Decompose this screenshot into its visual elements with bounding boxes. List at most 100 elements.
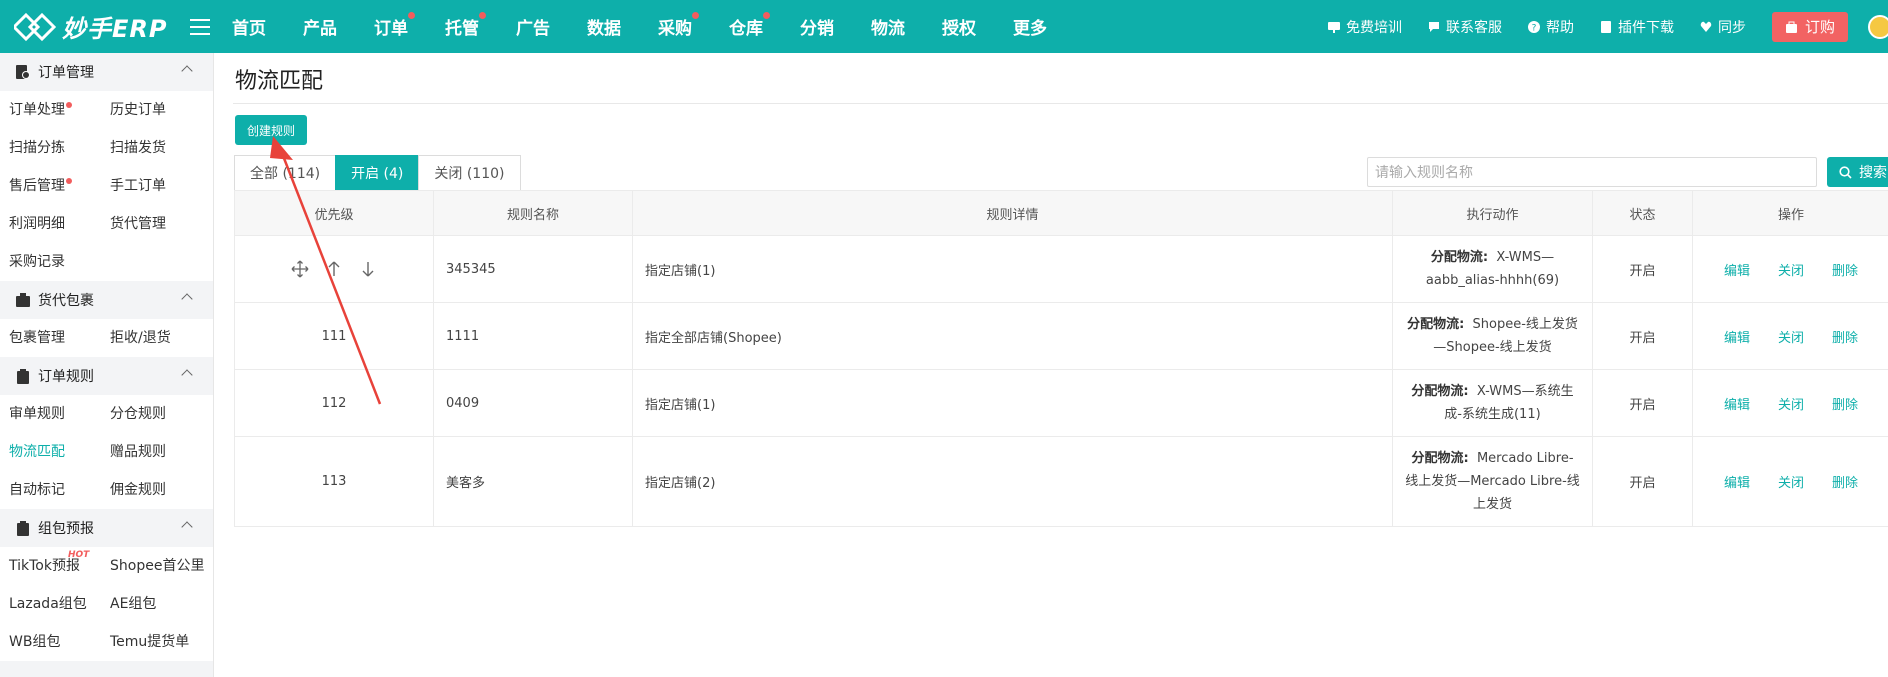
col-operations: 操作 [1692, 190, 1888, 236]
sidebar-item-commission-rules[interactable]: 佣金规则 [101, 471, 213, 509]
delete-button[interactable]: 删除 [1832, 398, 1858, 413]
sidebar-item-review-rules[interactable]: 审单规则 [0, 395, 101, 433]
chevron-up-icon [181, 521, 193, 533]
nav-ads[interactable]: 广告 [516, 14, 550, 39]
sidebar-item-after-sales[interactable]: 售后管理 [0, 167, 101, 205]
section-forwarder-packages[interactable]: 货代包裹 [0, 281, 213, 319]
nav-warehouse[interactable]: 仓库 [729, 12, 770, 39]
delete-button[interactable]: 删除 [1832, 476, 1858, 491]
nav-hosting[interactable]: 托管 [445, 12, 486, 39]
sidebar-item-package-mgmt[interactable]: 包裹管理 [0, 319, 101, 357]
notification-dot [479, 12, 486, 19]
hot-badge: HOT [68, 550, 90, 560]
order-doc-icon [16, 64, 30, 79]
nav-distribution[interactable]: 分销 [800, 14, 834, 39]
disable-button[interactable]: 关闭 [1778, 331, 1804, 346]
nav-home[interactable]: 首页 [232, 14, 266, 39]
sidebar-item-gift-rules[interactable]: 赠品规则 [101, 433, 213, 471]
section-order-management[interactable]: 订单管理 [0, 53, 213, 91]
sidebar-item-history-orders[interactable]: 历史订单 [101, 91, 213, 129]
drag-move-icon[interactable] [291, 260, 309, 278]
operations-cell: 编辑 关闭 删除 [1692, 436, 1888, 527]
sidebar-item-scan-sort[interactable]: 扫描分拣 [0, 129, 101, 167]
sidebar-item-reject-return[interactable]: 拒收/退货 [101, 319, 213, 357]
action-cell: 分配物流: X-WMS— aabb_alias-hhhh(69) [1392, 235, 1593, 303]
sidebar-item-label: 分仓规则 [110, 406, 166, 422]
disable-button[interactable]: 关闭 [1778, 264, 1804, 279]
table-row: 112 0409 指定店铺(1) 分配物流: X-WMS—系统生 成-系统生成(1… [234, 369, 1888, 437]
sidebar-item-order-processing[interactable]: 订单处理 [0, 91, 101, 129]
rule-name-search-input[interactable] [1367, 157, 1817, 187]
col-status: 状态 [1592, 190, 1693, 236]
chat-icon [1428, 21, 1439, 32]
nav-products[interactable]: 产品 [303, 14, 337, 39]
sidebar-item-manual-orders[interactable]: 手工订单 [101, 167, 213, 205]
logo-text: 妙手ERP [62, 15, 168, 43]
sidebar-item-wb-pack[interactable]: WB组包 [0, 623, 101, 661]
menu-toggle-icon[interactable] [190, 18, 210, 35]
sidebar-item-ae-pack[interactable]: AE组包 [101, 585, 213, 623]
nav-more[interactable]: 更多 [1013, 14, 1047, 39]
disable-button[interactable]: 关闭 [1778, 476, 1804, 491]
sidebar-item-tiktok-forecast[interactable]: TikTok预报 HOT [0, 547, 101, 585]
delete-button[interactable]: 删除 [1832, 264, 1858, 279]
search-button[interactable]: 搜索 [1827, 157, 1888, 187]
disable-button[interactable]: 关闭 [1778, 398, 1804, 413]
chevron-up-icon [181, 369, 193, 381]
sidebar-item-shopee-first-mile[interactable]: Shopee首公里 [101, 547, 213, 585]
plugin-download-link[interactable]: 插件下载 [1600, 17, 1674, 37]
sidebar-item-label: 手工订单 [110, 178, 166, 194]
sidebar-item-warehouse-rules[interactable]: 分仓规则 [101, 395, 213, 433]
section-order-rules[interactable]: 订单规则 [0, 357, 213, 395]
nav-orders[interactable]: 订单 [374, 12, 415, 39]
nav-authorize[interactable]: 授权 [942, 14, 976, 39]
sync-link[interactable]: 同步 [1700, 17, 1746, 37]
sync-icon [1700, 21, 1712, 32]
sidebar-item-purchase-records[interactable]: 采购记录 [0, 243, 101, 281]
col-priority: 优先级 [234, 190, 434, 236]
sidebar-item-temu-pickup[interactable]: Temu提货单 [101, 623, 213, 661]
sidebar-item-lazada-pack[interactable]: Lazada组包 [0, 585, 101, 623]
edit-button[interactable]: 编辑 [1724, 264, 1750, 279]
arrow-down-icon[interactable] [359, 260, 377, 278]
section-pack-forecast[interactable]: 组包预报 [0, 509, 213, 547]
action-text: X-WMS—系统生 [1476, 384, 1574, 399]
nav-logistics[interactable]: 物流 [871, 14, 905, 39]
rule-name-cell: 345345 [433, 235, 633, 303]
search-button-label: 搜索 [1859, 165, 1887, 181]
priority-cell: 113 [234, 436, 434, 527]
help-link[interactable]: ? 帮助 [1527, 17, 1574, 37]
delete-button[interactable]: 删除 [1832, 331, 1858, 346]
edit-button[interactable]: 编辑 [1724, 476, 1750, 491]
tab-disabled[interactable]: 关闭 (110) [418, 155, 521, 191]
sidebar-item-label: 订单处理 [9, 102, 65, 118]
tab-enabled[interactable]: 开启 (4) [335, 155, 419, 191]
section-next-partial[interactable] [0, 661, 213, 677]
tab-all[interactable]: 全部 (114) [234, 155, 336, 191]
notification-dot [692, 12, 699, 19]
contact-support-link[interactable]: 联系客服 [1428, 17, 1502, 37]
nav-purchase[interactable]: 采购 [658, 12, 699, 39]
sidebar-item-auto-tag[interactable]: 自动标记 [0, 471, 101, 509]
section-title: 货代包裹 [38, 293, 94, 309]
sidebar-item-scan-ship[interactable]: 扫描发货 [101, 129, 213, 167]
sidebar-item-label: 佣金规则 [110, 482, 166, 498]
sidebar-item-logistics-matching[interactable]: 物流匹配 [0, 433, 101, 471]
nav-data[interactable]: 数据 [587, 14, 621, 39]
edit-button[interactable]: 编辑 [1724, 398, 1750, 413]
create-rule-button[interactable]: 创建规则 [235, 115, 307, 145]
arrow-up-icon[interactable] [325, 260, 343, 278]
top-bar: 妙手ERP 首页 产品 订单 托管 广告 数据 采购 仓库 分销 物流 授权 更… [0, 0, 1888, 53]
sidebar-item-label: 货代管理 [110, 216, 166, 232]
section-title: 组包预报 [38, 521, 94, 537]
avatar[interactable] [1868, 14, 1888, 39]
sidebar-item-forwarder-mgmt[interactable]: 货代管理 [101, 205, 213, 243]
logo[interactable]: 妙手ERP [0, 9, 180, 44]
sidebar: 订单管理 订单处理 历史订单 扫描分拣 扫描发货 售后管理 手工订单 利润明细 … [0, 53, 214, 677]
edit-button[interactable]: 编辑 [1724, 331, 1750, 346]
sidebar-item-profit-detail[interactable]: 利润明细 [0, 205, 101, 243]
action-label: 分配物流: [1407, 317, 1465, 332]
subscribe-button[interactable]: 订购 [1771, 11, 1848, 42]
nav-label: 订单 [374, 19, 408, 39]
free-training-link[interactable]: 免费培训 [1327, 17, 1402, 37]
